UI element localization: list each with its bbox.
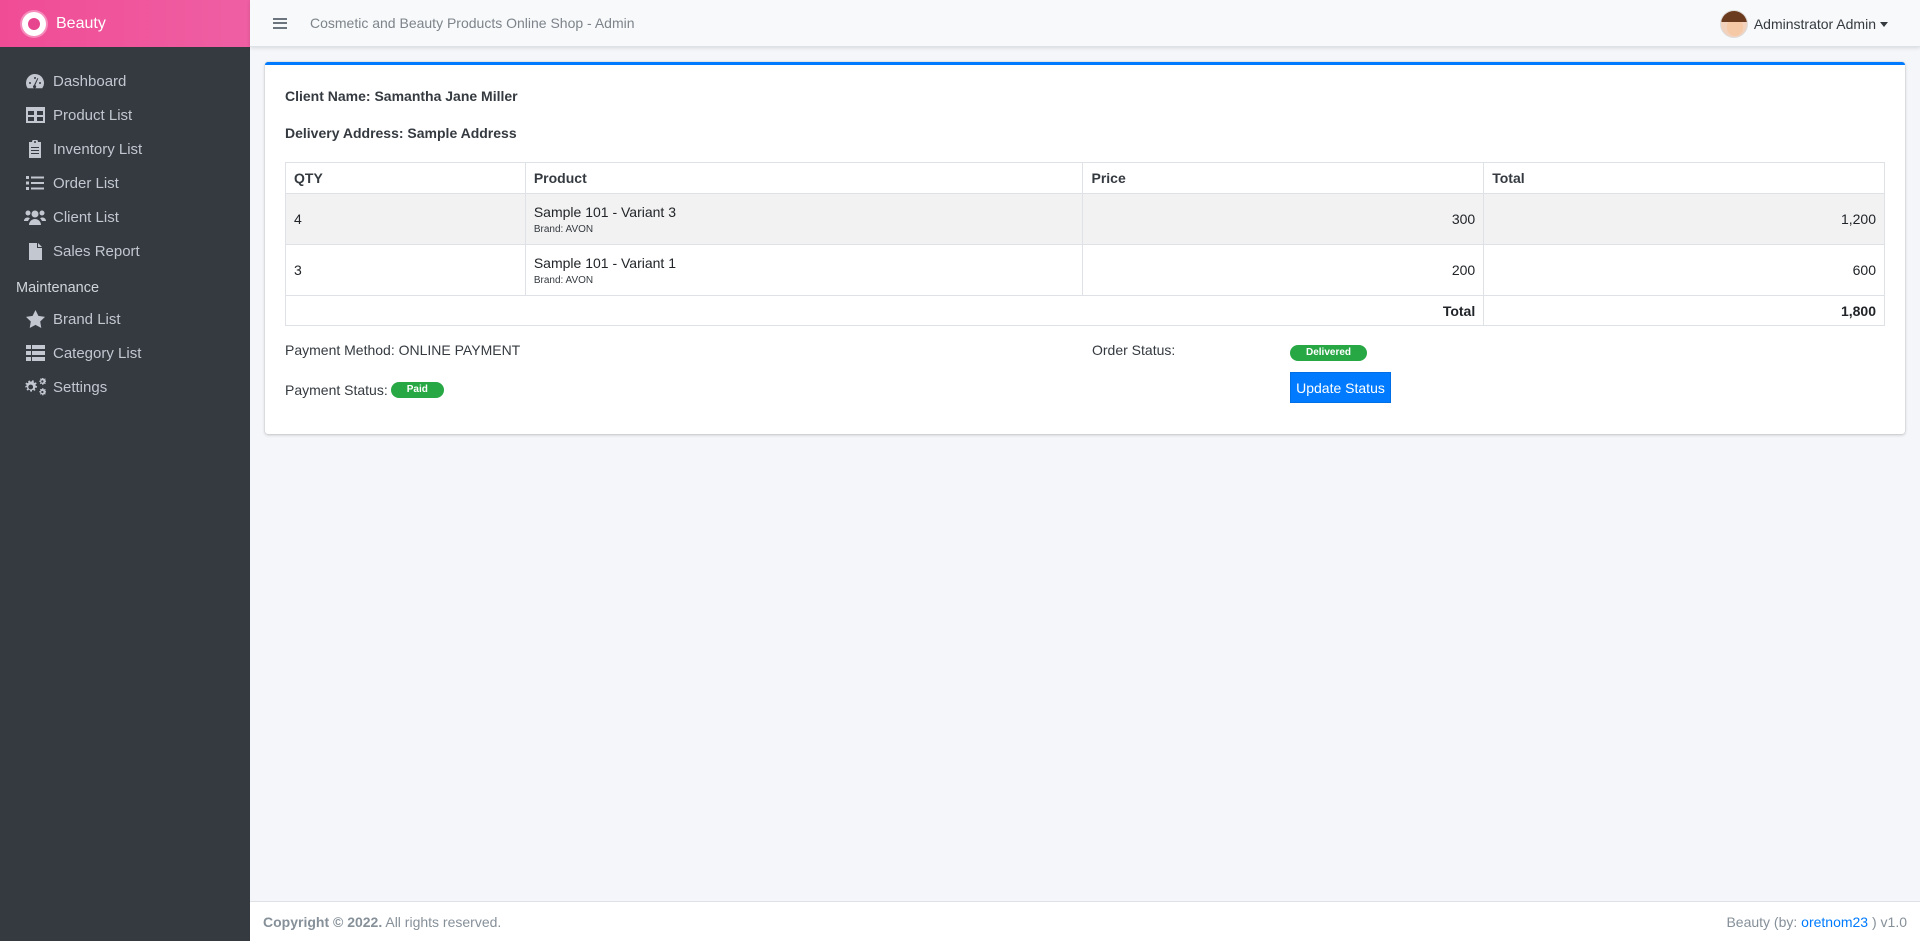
th-list-icon (24, 344, 46, 362)
file-icon (24, 242, 46, 260)
column-header: QTY (285, 162, 526, 194)
footer-copyright: Copyright © 2022. All rights reserved. (263, 914, 501, 930)
product-brand: Brand: AVON (533, 274, 594, 286)
user-menu[interactable]: Adminstrator Admin (1719, 10, 1888, 38)
caret-down-icon (1880, 21, 1888, 27)
sidebar-item-label: Settings (53, 378, 108, 396)
cogs-icon (24, 378, 46, 396)
sidebar-item-dashboard[interactable]: Dashboard (0, 64, 250, 98)
rights-text: All rights reserved. (382, 913, 502, 930)
sidebar-item-label: Inventory List (53, 140, 143, 158)
payment-status-label: Payment Status: (285, 382, 388, 398)
sidebar-item-inventory-list[interactable]: Inventory List (0, 132, 250, 166)
table-row: 4 Sample 101 - Variant 3 Brand: AVON 300… (285, 193, 1885, 245)
update-status-button[interactable]: Update Status (1290, 372, 1391, 403)
product-name: Sample 101 - Variant 3 (533, 203, 676, 220)
grand-total-label: Total (284, 295, 1485, 326)
sidebar-item-client-list[interactable]: Client List (0, 200, 250, 234)
sidebar-nav: Dashboard Product List Inventory List Or… (0, 47, 250, 404)
star-icon (24, 310, 46, 328)
column-header: Total (1483, 162, 1885, 194)
sidebar-item-sales-report[interactable]: Sales Report (0, 234, 250, 268)
footer-credit: Beauty (by: oretnom23 ) v1.0 (1726, 914, 1907, 930)
payment-method: Payment Method: ONLINE PAYMENT (285, 342, 521, 358)
sidebar-item-label: Order List (53, 174, 119, 192)
column-header: Price (1082, 162, 1485, 194)
sidebar-item-order-list[interactable]: Order List (0, 166, 250, 200)
dashboard-icon (24, 72, 46, 90)
footer: Copyright © 2022. All rights reserved. B… (250, 901, 1920, 941)
author-link[interactable]: oretnom23 (1801, 914, 1868, 930)
order-details-card: Client Name: Samantha Jane Miller Delive… (265, 62, 1905, 434)
client-name: Client Name: Samantha Jane Miller (285, 88, 518, 104)
product-brand: Brand: AVON (533, 223, 594, 235)
total-cell: 1,200 (1483, 193, 1885, 245)
sidebar-item-settings[interactable]: Settings (0, 370, 250, 404)
sidebar-item-label: Category List (53, 344, 142, 362)
copyright-text: Copyright © 2022. (263, 913, 383, 930)
table-row: 3 Sample 101 - Variant 1 Brand: AVON 200… (285, 244, 1885, 296)
order-items-table: QTY Product Price Total 4 Sample 101 - V… (284, 162, 1885, 326)
price-cell: 200 (1082, 244, 1485, 296)
credit-suffix: ) v1.0 (1868, 913, 1907, 930)
avatar (1719, 10, 1748, 38)
column-header: Product (524, 162, 1084, 194)
top-navbar: Cosmetic and Beauty Products Online Shop… (250, 0, 1920, 47)
product-cell: Sample 101 - Variant 1 Brand: AVON (524, 244, 1084, 296)
order-status-label: Order Status: (1092, 342, 1176, 358)
brand-logo (22, 11, 46, 36)
sidebar-item-label: Client List (53, 208, 119, 226)
table-header-row: QTY Product Price Total (285, 162, 1885, 194)
menu-toggle-icon[interactable] (273, 15, 287, 31)
product-cell: Sample 101 - Variant 3 Brand: AVON (524, 193, 1084, 245)
sidebar-header-maintenance: Maintenance (16, 280, 100, 296)
payment-status-badge: Paid (390, 382, 444, 398)
product-name: Sample 101 - Variant 1 (533, 254, 676, 271)
qty-cell: 3 (285, 244, 526, 296)
brand-link[interactable]: Beauty (0, 0, 250, 47)
sidebar: Beauty Dashboard Product List Inventory … (0, 0, 250, 941)
sidebar-item-label: Product List (53, 106, 133, 124)
list-icon (24, 174, 46, 192)
qty-cell: 4 (285, 193, 526, 245)
grand-total-row: Total 1,800 (284, 295, 1885, 326)
price-cell: 300 (1082, 193, 1485, 245)
total-cell: 600 (1483, 244, 1885, 296)
payment-status: Payment Status: Paid (285, 382, 444, 398)
users-icon (24, 208, 46, 226)
brand-name: Beauty (56, 14, 106, 32)
credit-prefix: Beauty (by: (1726, 913, 1802, 930)
sidebar-item-category-list[interactable]: Category List (0, 336, 250, 370)
sidebar-item-label: Sales Report (53, 242, 140, 260)
order-status-badge: Delivered (1290, 345, 1368, 361)
page-title: Cosmetic and Beauty Products Online Shop… (310, 15, 635, 31)
user-name: Adminstrator Admin (1753, 16, 1876, 32)
table-icon (24, 106, 46, 124)
sidebar-item-label: Brand List (53, 310, 121, 328)
grand-total-value: 1,800 (1483, 295, 1885, 326)
sidebar-item-product-list[interactable]: Product List (0, 98, 250, 132)
sidebar-item-brand-list[interactable]: Brand List (0, 302, 250, 336)
sidebar-item-label: Dashboard (53, 72, 127, 90)
delivery-address: Delivery Address: Sample Address (285, 125, 517, 141)
clipboard-icon (24, 140, 46, 158)
